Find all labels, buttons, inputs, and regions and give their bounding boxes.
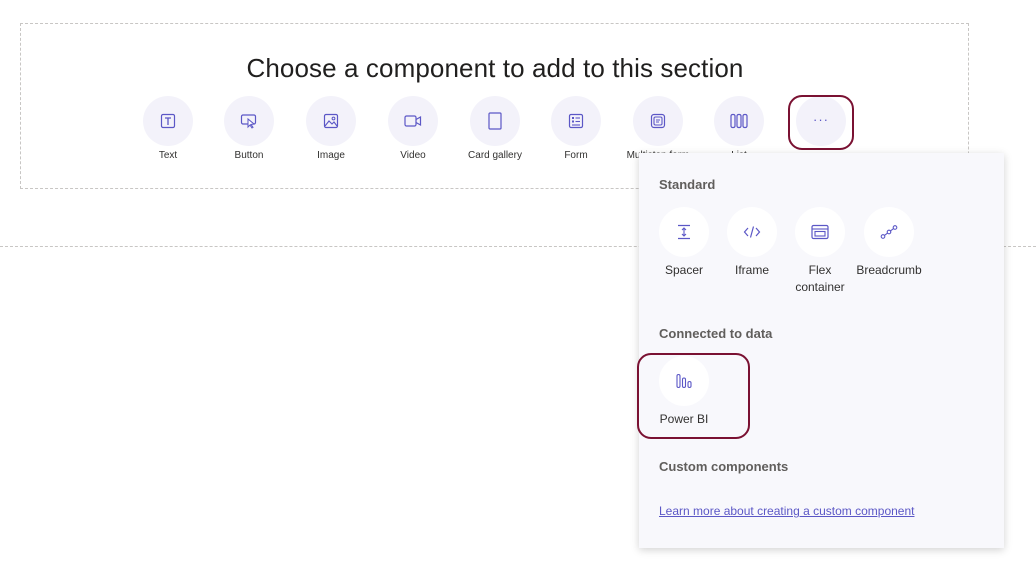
connected-data-heading: Connected to data bbox=[659, 326, 773, 341]
video-icon bbox=[388, 96, 438, 146]
more-components-flyout: Standard Spacer Iframe Flex container Br… bbox=[639, 153, 1004, 548]
component-button[interactable]: Button bbox=[209, 96, 289, 161]
component-iframe[interactable]: Iframe bbox=[715, 207, 789, 279]
component-breadcrumb[interactable]: Breadcrumb bbox=[852, 207, 926, 279]
component-label: Card gallery bbox=[468, 150, 522, 161]
standard-heading: Standard bbox=[659, 177, 716, 192]
breadcrumb-label: Breadcrumb bbox=[856, 263, 922, 277]
component-multistep-form[interactable]: Multistep form bbox=[618, 96, 698, 158]
power-bi-highlight bbox=[637, 353, 750, 439]
component-form[interactable]: Form bbox=[536, 96, 616, 161]
button-icon bbox=[224, 96, 274, 146]
more-button-highlight bbox=[788, 95, 854, 150]
card-gallery-icon bbox=[470, 96, 520, 146]
component-image[interactable]: Image bbox=[291, 96, 371, 161]
flex-container-label: Flex container bbox=[783, 262, 857, 296]
list-icon bbox=[714, 96, 764, 146]
component-label: Button bbox=[234, 150, 264, 161]
custom-components-heading: Custom components bbox=[659, 459, 789, 474]
component-label: Video bbox=[400, 150, 426, 161]
spacer-label: Spacer bbox=[664, 263, 704, 277]
component-label: Form bbox=[564, 150, 588, 161]
flex-container-label-line1: Flex bbox=[808, 263, 832, 277]
image-icon bbox=[306, 96, 356, 146]
component-label: Image bbox=[317, 150, 345, 161]
iframe-label: Iframe bbox=[734, 263, 769, 277]
component-spacer[interactable]: Spacer bbox=[647, 207, 721, 279]
component-list[interactable]: List bbox=[699, 96, 779, 158]
section-title: Choose a component to add to this sectio… bbox=[246, 53, 744, 83]
component-flex-container[interactable]: Flex container bbox=[783, 207, 857, 296]
iframe-icon bbox=[727, 207, 777, 257]
form-icon bbox=[551, 96, 601, 146]
flex-container-icon bbox=[795, 207, 845, 257]
flex-container-label-line2: container bbox=[795, 280, 845, 294]
component-label: Text bbox=[158, 150, 178, 161]
breadcrumb-icon bbox=[864, 207, 914, 257]
text-icon bbox=[143, 96, 193, 146]
multistep-form-icon bbox=[633, 96, 683, 146]
spacer-icon bbox=[659, 207, 709, 257]
component-text[interactable]: Text bbox=[128, 96, 208, 161]
component-card-gallery[interactable]: Card gallery bbox=[455, 96, 535, 161]
component-video[interactable]: Video bbox=[373, 96, 453, 161]
learn-more-link[interactable]: Learn more about creating a custom compo… bbox=[659, 504, 914, 518]
